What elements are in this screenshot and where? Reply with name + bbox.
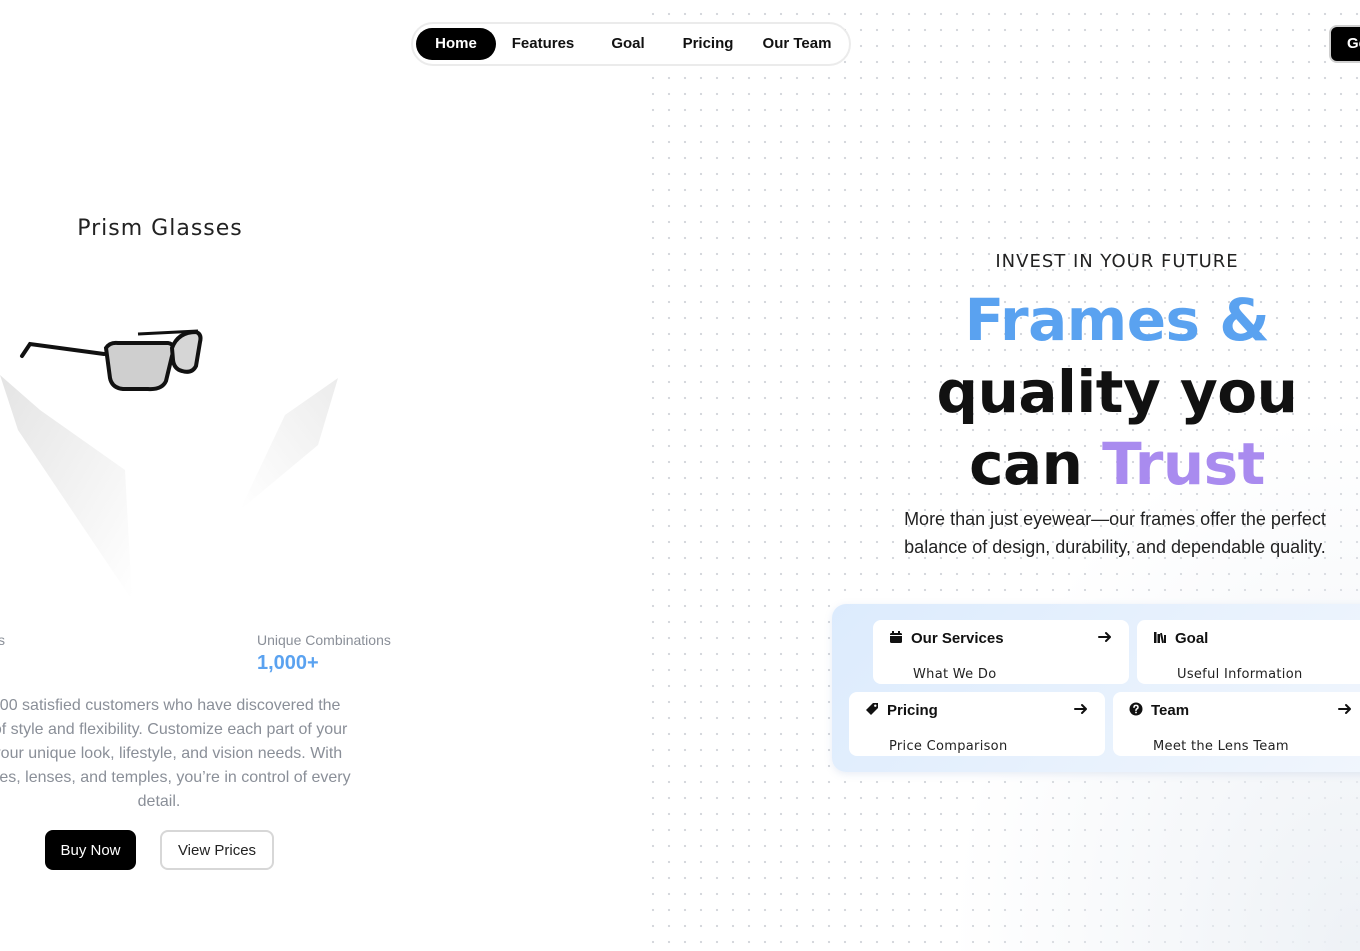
hero-headline: Frames & quality you can Trust [877,284,1357,500]
headline-text: quality you [936,358,1298,426]
product-panel: Prism Glasses s Unique Combinations 1,00… [0,0,639,951]
description-line: frames, lenses, and temples, you’re in c… [0,769,351,786]
card-subtitle: Meet the Lens Team [1153,739,1289,754]
stage-shard-right [240,378,338,510]
card-team[interactable]: Team Meet the Lens Team [1113,692,1360,756]
nav-features[interactable]: Features [503,28,583,60]
calendar-icon [890,631,902,643]
nav-goal[interactable]: Goal [593,28,663,60]
quick-links-panel: Our Services What We Do Goal Useful Info… [832,604,1360,772]
hero-subtext: More than just eyewear—our frames offer … [904,509,1326,557]
glasses-image [20,329,203,392]
hero-eyebrow: INVEST IN YOUR FUTURE [995,251,1239,272]
main-nav: Home Features Goal Pricing Our Team [411,22,851,66]
card-title: Pricing [887,702,938,719]
view-prices-button[interactable]: View Prices [160,830,274,870]
stage-shard-left [0,375,132,600]
stat-combinations-label: Unique Combinations [257,632,391,648]
arrow-right-icon [1074,704,1087,714]
headline-highlight-blue: Frames & [964,286,1270,354]
arrow-right-icon [1338,704,1351,714]
card-title: Team [1151,702,1190,719]
nav-home[interactable]: Home [416,28,496,60]
tag-icon [866,703,878,715]
nav-our-team[interactable]: Our Team [753,28,841,60]
nav-pricing[interactable]: Pricing [672,28,744,60]
card-subtitle: What We Do [913,667,997,682]
get-started-button[interactable]: Ge [1329,25,1360,63]
card-title: Goal [1175,630,1209,647]
headline-highlight-purple: Trust [1102,430,1265,498]
card-our-services[interactable]: Our Services What We Do [873,620,1129,684]
product-title: Prism Glasses [77,216,243,241]
description-line: nd of style and flexibility. Customize e… [0,721,348,738]
card-subtitle: Useful Information [1177,667,1303,682]
card-subtitle: Price Comparison [889,739,1008,754]
description-line: fit your unique look, lifestyle, and vis… [0,745,343,762]
library-icon [1154,632,1166,644]
page: Prism Glasses s Unique Combinations 1,00… [0,0,1360,951]
stat-combinations-value: 1,000+ [257,652,319,674]
product-stage [0,270,360,610]
description-line: 5,000 satisfied customers who have disco… [0,697,341,714]
stat-label-partial: s [0,632,5,648]
product-description: 5,000 satisfied customers who have disco… [0,694,408,814]
card-title: Our Services [911,630,1004,647]
description-line: detail. [137,793,181,810]
card-pricing[interactable]: Pricing Price Comparison [849,692,1105,756]
product-stage-graphic [0,375,338,600]
headline-text: can [969,430,1083,498]
arrow-right-icon [1098,632,1111,642]
card-goal[interactable]: Goal Useful Information [1137,620,1360,684]
buy-now-button[interactable]: Buy Now [45,830,136,870]
question-circle-icon [1129,702,1143,716]
